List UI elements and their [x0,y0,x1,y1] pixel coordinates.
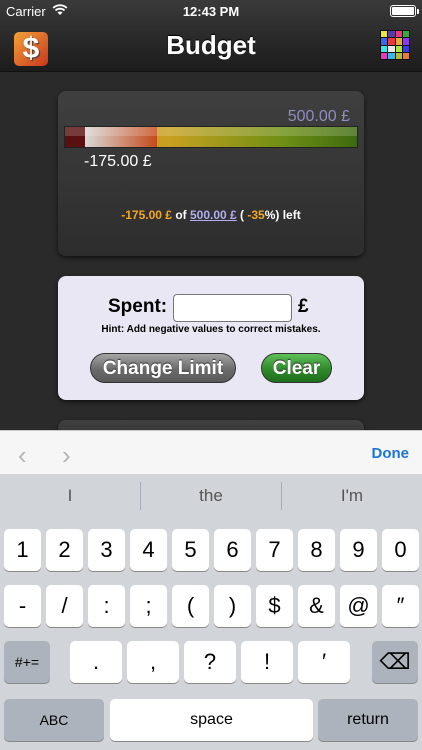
done-button[interactable]: Done [372,445,410,462]
return-key[interactable]: return [318,699,418,741]
next-field-icon[interactable]: › [62,440,71,471]
grid-cell [388,31,395,38]
abc-key[interactable]: ABC [4,699,104,741]
key-period[interactable]: . [70,641,122,683]
key-0[interactable]: 0 [382,529,419,571]
currency-label: £ [298,296,309,317]
key-9[interactable]: 9 [340,529,377,571]
symbols-mode-key[interactable]: #+= [4,641,50,683]
summary-close: %) left [264,208,301,222]
key-dollar[interactable]: $ [256,585,293,627]
limit-label: 500.00 £ [287,108,350,125]
battery-icon [390,5,419,17]
budget-panel: 500.00 £ -175.00 £ -175.00 £ of 500.00 £… [58,91,364,256]
spent-amount-label: -175.00 £ [84,153,152,170]
key-ampersand[interactable]: & [298,585,335,627]
grid-cell [402,52,409,59]
spent-row: Spent: £ [58,294,364,324]
key-7[interactable]: 7 [256,529,293,571]
clear-button[interactable]: Clear [261,353,332,383]
grid-cell [402,38,409,45]
grid-cell [381,38,388,45]
grid-cell [381,31,388,38]
summary-open: ( [236,208,248,222]
grid-cell [388,38,395,45]
key-8[interactable]: 8 [298,529,335,571]
grid-cell [402,45,409,52]
key-exclamation[interactable]: ! [241,641,293,683]
key-1[interactable]: 1 [4,529,41,571]
spent-label: Spent: [108,296,168,317]
delete-icon: ⌫ [379,649,411,674]
key-colon[interactable]: : [88,585,125,627]
status-bar: Carrier 12:43 PM [0,0,422,22]
spent-input-panel: Spent: £ Hint: Add negative values to co… [58,276,364,400]
previous-field-icon[interactable]: ‹ [18,440,27,471]
summary-of: of [171,208,190,222]
page-title: Budget [166,30,256,60]
keyboard: I the I'm 1 2 3 4 5 6 7 8 9 0 - / : ; ( … [0,474,422,750]
summary-spent: -175.00 £ [121,208,172,222]
change-limit-button[interactable]: Change Limit [90,353,236,383]
bar-shine [65,127,357,136]
key-4[interactable]: 4 [130,529,167,571]
grid-cell [402,31,409,38]
suggestion-1[interactable]: I [0,474,140,518]
color-grid-icon[interactable] [380,30,410,60]
grid-cell [381,45,388,52]
key-close-paren[interactable]: ) [214,585,251,627]
grid-cell [395,52,402,59]
suggestion-bar: I the I'm [0,474,422,518]
grid-cell [395,31,402,38]
suggestion-3[interactable]: I'm [282,474,422,518]
summary-limit-link[interactable]: 500.00 £ [190,208,237,222]
status-time: 12:43 PM [182,4,240,19]
key-3[interactable]: 3 [88,529,125,571]
key-2[interactable]: 2 [46,529,83,571]
keyboard-toolbar: ‹ › Done [0,430,422,474]
spent-input[interactable] [173,294,292,322]
key-slash[interactable]: / [46,585,83,627]
hint-text: Hint: Add negative values to correct mis… [101,324,321,335]
key-apostrophe[interactable]: ′ [298,641,350,683]
grid-cell [395,38,402,45]
budget-progress-bar [64,126,358,148]
grid-cell [381,52,388,59]
summary-percent: -35 [247,208,265,222]
key-comma[interactable]: , [127,641,179,683]
grid-cell [395,45,402,52]
delete-key[interactable]: ⌫ [372,641,418,683]
key-question[interactable]: ? [184,641,236,683]
key-at[interactable]: @ [340,585,377,627]
key-semicolon[interactable]: ; [130,585,167,627]
key-5[interactable]: 5 [172,529,209,571]
space-key[interactable]: space [110,699,313,741]
top-bar: Carrier 12:43 PM $ Budget [0,0,422,72]
grid-cell [388,52,395,59]
grid-cell [388,45,395,52]
suggestion-2[interactable]: the [141,474,281,518]
key-6[interactable]: 6 [214,529,251,571]
key-hyphen[interactable]: - [4,585,41,627]
budget-summary: -175.00 £ of 500.00 £ ( -35%) left [58,208,364,222]
key-open-paren[interactable]: ( [172,585,209,627]
key-quote[interactable]: ″ [382,585,419,627]
